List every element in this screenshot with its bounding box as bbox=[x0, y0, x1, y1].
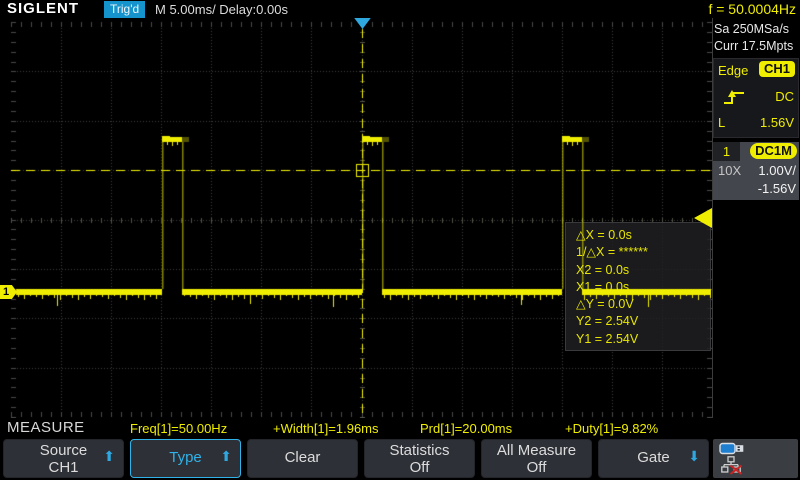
acquisition-panel: Sa 250MSa/s Curr 17.5Mpts bbox=[714, 21, 799, 57]
statistics-value: Off bbox=[365, 459, 474, 476]
gate-button[interactable]: Gate ⬇ bbox=[598, 439, 709, 478]
oscilloscope-screen: SIGLENT Trig'd M 5.00ms/ Delay:0.00s f =… bbox=[0, 0, 800, 480]
up-arrow-icon: ⬆ bbox=[220, 449, 232, 465]
trigger-source-badge: CH1 bbox=[759, 61, 795, 77]
measure-duty: +Duty[1]=9.82% bbox=[565, 421, 658, 436]
clear-label: Clear bbox=[248, 440, 357, 476]
down-arrow-icon: ⬇ bbox=[688, 449, 700, 465]
measure-bar: MEASURE Freq[1]=50.00Hz +Width[1]=1.96ms… bbox=[0, 418, 800, 438]
trigger-mode: Edge bbox=[718, 63, 748, 78]
trigger-coupling: DC bbox=[775, 89, 794, 104]
trigger-level-label: L bbox=[718, 115, 725, 130]
memory-depth: Curr 17.5Mpts bbox=[714, 38, 799, 55]
vertical-offset: -1.56V bbox=[758, 181, 796, 196]
status-icon-panel bbox=[713, 439, 798, 478]
all-measure-value: Off bbox=[482, 459, 591, 476]
trigger-panel[interactable]: Edge CH1 DC L 1.56V bbox=[713, 58, 799, 138]
all-measure-label: All Measure bbox=[482, 442, 591, 459]
rising-edge-icon bbox=[722, 88, 746, 111]
lan-disconnected-icon bbox=[721, 456, 743, 480]
statistics-button[interactable]: Statistics Off bbox=[364, 439, 475, 478]
trigger-level-value: 1.56V bbox=[760, 115, 794, 130]
vertical-scale: 1.00V/ bbox=[758, 163, 796, 178]
channel-coupling-badge: DC1M bbox=[750, 143, 797, 159]
source-button[interactable]: Source CH1 ⬆ bbox=[3, 439, 124, 478]
sample-rate: Sa 250MSa/s bbox=[714, 21, 799, 38]
clear-button[interactable]: Clear bbox=[247, 439, 358, 478]
measure-title: MEASURE bbox=[7, 419, 85, 436]
measure-period: Prd[1]=20.00ms bbox=[420, 421, 512, 436]
measure-freq: Freq[1]=50.00Hz bbox=[130, 421, 227, 436]
softkey-menu: Source CH1 ⬆ Type ⬆ Clear Statistics Off… bbox=[0, 438, 800, 480]
siglent-logo: SIGLENT bbox=[7, 0, 79, 17]
trigger-status-badge: Trig'd bbox=[104, 1, 145, 18]
statistics-label: Statistics bbox=[365, 442, 474, 459]
up-arrow-icon: ⬆ bbox=[103, 449, 115, 465]
waveform-display[interactable] bbox=[0, 0, 712, 480]
measure-width: +Width[1]=1.96ms bbox=[273, 421, 379, 436]
all-measure-button[interactable]: All Measure Off bbox=[481, 439, 592, 478]
top-status-bar: SIGLENT Trig'd M 5.00ms/ Delay:0.00s f =… bbox=[0, 0, 800, 18]
type-button[interactable]: Type ⬆ bbox=[130, 439, 241, 478]
probe-attenuation: 10X bbox=[718, 163, 741, 178]
timebase-readout: M 5.00ms/ Delay:0.00s bbox=[155, 2, 288, 17]
frequency-counter: f = 50.0004Hz bbox=[708, 1, 796, 17]
channel-number-tab: 1 bbox=[713, 142, 740, 161]
channel1-panel[interactable]: 1 DC1M 10X 1.00V/ -1.56V bbox=[713, 142, 799, 200]
